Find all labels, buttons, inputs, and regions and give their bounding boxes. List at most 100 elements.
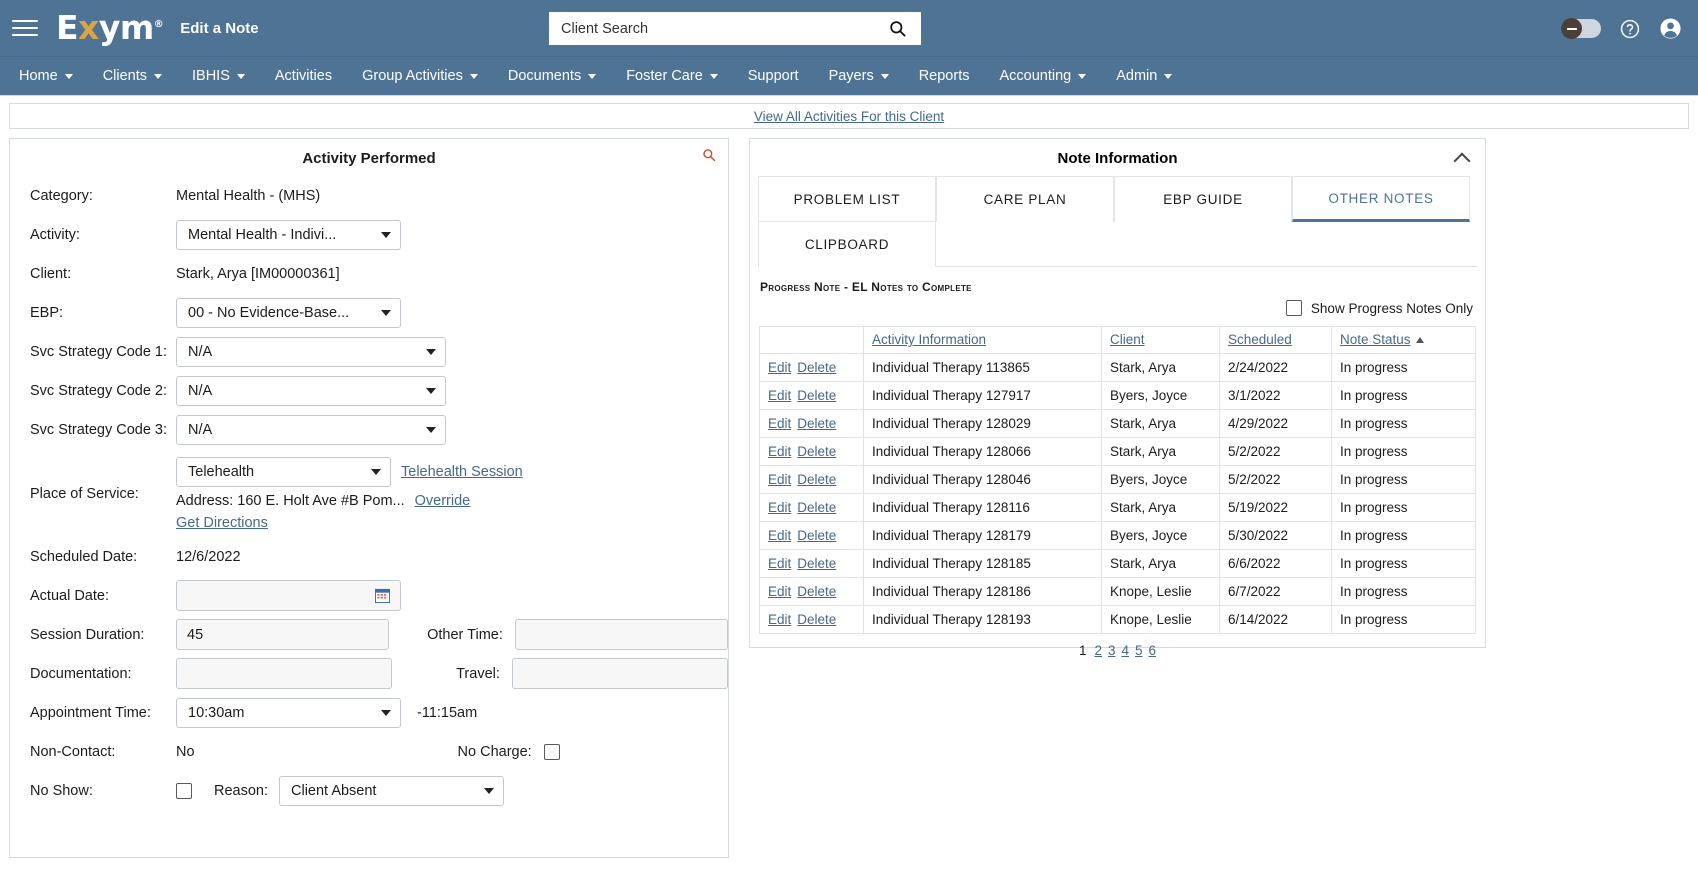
edit-link[interactable]: Edit [768, 584, 791, 599]
tab-ebp-guide[interactable]: EBP GUIDE [1114, 176, 1292, 222]
panel-title-text: Activity Performed [302, 150, 436, 167]
main-navigation: Home Clients IBHIS Activities Group Acti… [0, 57, 1698, 96]
non-contact-value: No [176, 743, 195, 760]
session-duration-input[interactable]: 45 [176, 619, 390, 650]
cell-activity: Individual Therapy 128029 [863, 409, 1102, 438]
delete-link[interactable]: Delete [797, 444, 836, 459]
reason-select[interactable]: Client Absent [279, 775, 505, 806]
appointment-time-select[interactable]: 10:30am [176, 697, 401, 728]
actual-date-input[interactable] [176, 580, 401, 611]
sort-ascending-icon [1415, 337, 1424, 344]
delete-link[interactable]: Delete [797, 556, 836, 571]
table-header-row: Activity Information Client Scheduled No… [759, 326, 1476, 354]
edit-link[interactable]: Edit [768, 500, 791, 515]
documentation-input[interactable] [176, 658, 393, 689]
nav-item-admin[interactable]: Admin [1101, 57, 1187, 95]
magnifier-icon[interactable] [702, 148, 716, 162]
nav-item-accounting[interactable]: Accounting [984, 57, 1101, 95]
page-link-5[interactable]: 5 [1135, 643, 1143, 658]
col-activity-information[interactable]: Activity Information [863, 326, 1102, 354]
chevron-up-icon[interactable] [1456, 151, 1469, 164]
page-link-6[interactable]: 6 [1149, 643, 1157, 658]
edit-link[interactable]: Edit [768, 528, 791, 543]
nav-label: Clients [102, 68, 148, 84]
edit-link[interactable]: Edit [768, 416, 791, 431]
edit-link[interactable]: Edit [768, 444, 791, 459]
svc2-select-value: N/A [188, 382, 213, 399]
col-client[interactable]: Client [1101, 326, 1220, 354]
show-progress-notes-only-checkbox[interactable] [1285, 300, 1302, 316]
col-scheduled[interactable]: Scheduled [1219, 326, 1332, 354]
activity-performed-title: Activity Performed [10, 139, 728, 176]
client-search-box[interactable] [549, 12, 921, 45]
nav-label: IBHIS [192, 68, 230, 84]
delete-link[interactable]: Delete [797, 528, 836, 543]
delete-link[interactable]: Delete [797, 360, 836, 375]
col-note-status[interactable]: Note Status [1331, 326, 1476, 354]
edit-link[interactable]: Edit [768, 472, 791, 487]
table-row: Edit Delete Individual Therapy 128029 Sta… [759, 409, 1476, 438]
delete-link[interactable]: Delete [797, 612, 836, 627]
ebp-select[interactable]: 00 - No Evidence-Base... [176, 297, 401, 328]
other-time-input[interactable] [514, 619, 728, 650]
svc-strategy-code-2-select[interactable]: N/A [176, 375, 446, 406]
nav-item-group-activities[interactable]: Group Activities [347, 57, 493, 95]
edit-link[interactable]: Edit [768, 556, 791, 571]
no-charge-checkbox[interactable] [543, 743, 560, 760]
activity-select[interactable]: Mental Health - Indivi... [176, 219, 401, 250]
nav-item-support[interactable]: Support [733, 57, 814, 95]
view-all-activities-link[interactable]: View All Activities For this Client [754, 109, 944, 124]
row-actions: Edit Delete [759, 437, 864, 466]
nav-item-reports[interactable]: Reports [904, 57, 985, 95]
nav-item-payers[interactable]: Payers [814, 57, 904, 95]
search-input[interactable] [561, 20, 886, 37]
nav-item-clients[interactable]: Clients [88, 57, 177, 95]
mode-toggle-switch[interactable] [1561, 18, 1601, 39]
tab-other-notes[interactable]: OTHER NOTES [1292, 176, 1470, 222]
get-directions-link[interactable]: Get Directions [176, 515, 268, 531]
delete-link[interactable]: Delete [797, 584, 836, 599]
page-link-4[interactable]: 4 [1122, 643, 1130, 658]
travel-input[interactable] [511, 658, 728, 689]
nav-item-home[interactable]: Home [4, 57, 88, 95]
nav-label: Admin [1116, 68, 1158, 84]
client-value: Stark, Arya [IM00000361] [176, 265, 340, 282]
chevron-down-icon [381, 231, 391, 238]
chevron-down-icon [154, 73, 163, 79]
user-account-icon[interactable] [1659, 17, 1682, 40]
edit-link[interactable]: Edit [768, 360, 791, 375]
page-link-3[interactable]: 3 [1108, 643, 1116, 658]
field-session-duration: Session Duration: 45 Other Time: [10, 615, 728, 654]
no-show-checkbox[interactable] [176, 782, 192, 799]
col-actions [759, 326, 864, 354]
help-icon[interactable] [1619, 18, 1641, 40]
cell-activity: Individual Therapy 128066 [863, 437, 1102, 466]
field-appointment-time: Appointment Time: 10:30am -11:15am [10, 693, 728, 732]
nav-item-ibhis[interactable]: IBHIS [177, 57, 260, 95]
edit-link[interactable]: Edit [768, 612, 791, 627]
svc2-label: Svc Strategy Code 2: [30, 382, 168, 399]
exym-logo[interactable]: Exym® [56, 11, 164, 44]
menu-icon[interactable] [12, 15, 38, 41]
tab-care-plan[interactable]: CARE PLAN [936, 176, 1114, 222]
cell-status: In progress [1331, 493, 1476, 522]
delete-link[interactable]: Delete [797, 500, 836, 515]
override-link[interactable]: Override [415, 493, 471, 509]
delete-link[interactable]: Delete [797, 388, 836, 403]
delete-link[interactable]: Delete [797, 472, 836, 487]
page-link-2[interactable]: 2 [1094, 643, 1102, 658]
search-icon[interactable] [886, 19, 909, 38]
tab-clipboard[interactable]: CLIPBOARD [758, 221, 936, 267]
edit-link[interactable]: Edit [768, 388, 791, 403]
row-actions: Edit Delete [759, 605, 864, 634]
delete-link[interactable]: Delete [797, 416, 836, 431]
nav-item-activities[interactable]: Activities [260, 57, 347, 95]
nav-item-foster-care[interactable]: Foster Care [611, 57, 733, 95]
svc-strategy-code-1-select[interactable]: N/A [176, 336, 446, 367]
place-of-service-select[interactable]: Telehealth [176, 457, 391, 487]
svc-strategy-code-3-select[interactable]: N/A [176, 414, 446, 445]
telehealth-session-link[interactable]: Telehealth Session [401, 464, 523, 480]
nav-item-documents[interactable]: Documents [493, 57, 611, 95]
calendar-icon[interactable] [375, 588, 390, 603]
tab-problem-list[interactable]: PROBLEM LIST [758, 176, 936, 222]
